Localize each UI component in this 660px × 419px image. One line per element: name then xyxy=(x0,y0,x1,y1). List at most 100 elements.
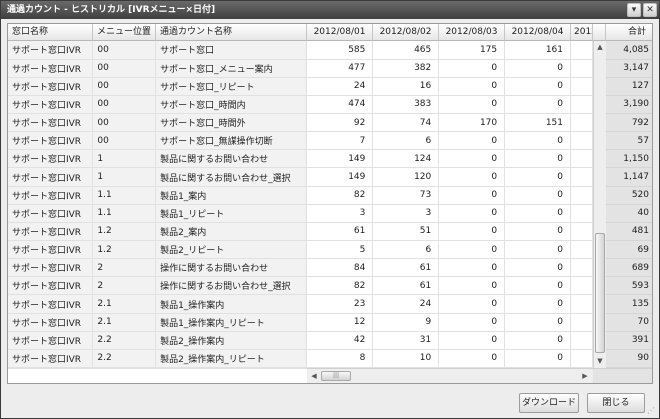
table-row[interactable]: サポート窓口IVR 00 サポート窓口_無謀操作切断 xyxy=(8,131,307,151)
cell-window-name: サポート窓口IVR xyxy=(8,204,94,223)
table-row[interactable]: サポート窓口IVR 2.2 製品2_操作案内 xyxy=(8,331,307,350)
table-row[interactable]: 477 382 0 0 xyxy=(307,59,593,78)
cell-partial-column xyxy=(570,167,593,187)
cell-window-name: サポート窓口IVR xyxy=(8,131,94,151)
frozen-table: サポート窓口IVR 00 サポート窓口 サポート窓口IVR 00 サポート窓口_メニュー案… xyxy=(8,41,307,368)
table-row[interactable]: サポート窓口IVR 2 操作に関するお問い合わせ xyxy=(8,258,307,278)
cell-count-value: 6 xyxy=(372,131,440,151)
table-row[interactable]: 82 61 0 0 xyxy=(307,276,593,296)
table-row[interactable]: 585 465 175 161 xyxy=(307,41,593,60)
download-button[interactable]: ダウンロード xyxy=(519,393,579,413)
table-row[interactable]: サポート窓口IVR 00 サポート窓口_メニュー案内 xyxy=(8,59,307,78)
table-row[interactable]: サポート窓口IVR 00 サポート窓口_時間内 xyxy=(8,95,307,115)
table-row[interactable]: サポート窓口IVR 00 サポート窓口_時間外 xyxy=(8,113,307,133)
table-row[interactable]: 149 124 0 0 xyxy=(307,149,593,169)
cell-count-value: 73 xyxy=(372,186,440,205)
cell-partial-column xyxy=(570,294,593,314)
table-row[interactable]: 12 9 0 0 xyxy=(307,313,593,332)
close-button[interactable]: 閉じる xyxy=(587,393,645,413)
cell-count-name: サポート窓口_メニュー案内 xyxy=(155,59,307,78)
vertical-scroll-thumb[interactable] xyxy=(595,233,605,353)
cell-count-value: 0 xyxy=(438,258,506,278)
table-row[interactable]: 474 383 0 0 xyxy=(307,95,593,115)
header-menu-position[interactable]: メニュー位置 xyxy=(93,24,156,41)
cell-total: 69 xyxy=(606,240,652,260)
header-date[interactable]: 2012/08/01 xyxy=(307,24,373,41)
table-row[interactable]: サポート窓口IVR 00 サポート窓口 xyxy=(8,41,307,60)
table-row[interactable]: 23 24 0 0 xyxy=(307,294,593,314)
cell-window-name: サポート窓口IVR xyxy=(8,41,94,60)
cell-window-name: サポート窓口IVR xyxy=(8,77,94,96)
horizontal-scrollbar[interactable]: ◀ ||| ▶ xyxy=(307,368,593,383)
table-row[interactable]: 149 120 0 0 xyxy=(307,167,593,187)
window-title: 通過カウント - ヒストリカル [IVRメニュー×日付] xyxy=(1,1,659,19)
cell-count-name: 製品に関するお問い合わせ xyxy=(155,149,307,169)
table-row[interactable]: サポート窓口IVR 1.2 製品2_案内 xyxy=(8,222,307,242)
horizontal-scroll-thumb[interactable]: ||| xyxy=(321,371,351,381)
table-row[interactable]: 24 16 0 0 xyxy=(307,77,593,96)
table-row[interactable]: サポート窓口IVR 2.1 製品1_操作案内_リピート xyxy=(8,313,307,332)
cell-count-value: 42 xyxy=(307,331,374,350)
table-row[interactable]: サポート窓口IVR 1 製品に関するお問い合わせ_選択 xyxy=(8,167,307,187)
table-row[interactable]: 82 73 0 0 xyxy=(307,186,593,205)
table-row: 90 xyxy=(606,349,652,368)
table-row[interactable]: 84 61 0 0 xyxy=(307,258,593,278)
resize-grip-icon[interactable]: ⋰ xyxy=(647,406,657,416)
table-row[interactable]: サポート窓口IVR 1 製品に関するお問い合わせ xyxy=(8,149,307,169)
cell-total: 1,150 xyxy=(606,149,652,169)
cell-count-value: 149 xyxy=(307,167,374,187)
cell-count-value: 0 xyxy=(438,149,506,169)
cell-total: 481 xyxy=(606,222,652,242)
table-row[interactable]: 42 31 0 0 xyxy=(307,331,593,350)
cell-total: 1,147 xyxy=(606,167,652,187)
cell-partial-column xyxy=(570,149,593,169)
cell-partial-column xyxy=(570,276,593,296)
scroll-right-icon[interactable]: ▶ xyxy=(579,370,591,382)
cell-count-value: 10 xyxy=(372,349,440,368)
cell-count-value: 0 xyxy=(438,59,506,78)
cell-menu-position: 2.2 xyxy=(92,349,157,368)
scroll-left-icon[interactable]: ◀ xyxy=(308,370,320,382)
total-column: 4,085 3,147 127 3,190 792 57 1,150 1,147 520 40 48… xyxy=(606,41,652,368)
vertical-scrollbar[interactable]: ▲ ▼ xyxy=(593,41,606,368)
table-row[interactable]: 61 51 0 0 xyxy=(307,222,593,242)
cell-window-name: サポート窓口IVR xyxy=(8,331,94,350)
cell-count-value: 7 xyxy=(307,131,374,151)
cell-total: 90 xyxy=(606,349,652,368)
table-row[interactable]: サポート窓口IVR 1.2 製品2_リピート xyxy=(8,240,307,260)
cell-count-value: 0 xyxy=(504,95,571,115)
header-date[interactable]: 2012/08/03 xyxy=(439,24,505,41)
cell-count-value: 0 xyxy=(438,276,506,296)
cell-count-value: 0 xyxy=(504,294,571,314)
table-row[interactable]: 92 74 170 151 xyxy=(307,113,593,133)
table-row[interactable]: 3300 xyxy=(307,204,593,223)
table-row[interactable]: サポート窓口IVR 1.1 製品1_リピート xyxy=(8,204,307,223)
cell-count-value: 51 xyxy=(372,222,440,242)
cell-count-value: 120 xyxy=(372,167,440,187)
header-date[interactable]: 2012/08/02 xyxy=(373,24,439,41)
header-count-name[interactable]: 通過カウント名称 xyxy=(156,24,307,41)
table-row[interactable]: サポート窓口IVR 2.1 製品1_操作案内 xyxy=(8,294,307,314)
table-row[interactable]: サポート窓口IVR 2 操作に関するお問い合わせ_選択 xyxy=(8,276,307,296)
scroll-up-icon[interactable]: ▲ xyxy=(594,41,606,53)
scroll-down-icon[interactable]: ▼ xyxy=(594,355,606,367)
table-row: 3,190 xyxy=(606,95,652,115)
table-row[interactable]: 5600 xyxy=(307,240,593,260)
header-date[interactable]: 2012/0 xyxy=(571,24,593,41)
minimize-button[interactable]: ▾ xyxy=(627,3,641,17)
header-total[interactable]: 合計 xyxy=(606,24,652,41)
cell-count-name: 製品1_案内 xyxy=(155,186,307,205)
table-row: 3,147 xyxy=(606,59,652,78)
header-window-name[interactable]: 窓口名称 xyxy=(8,24,93,41)
cell-menu-position: 1.1 xyxy=(92,204,157,223)
cell-count-value: 0 xyxy=(504,186,571,205)
table-row[interactable]: サポート窓口IVR 2.2 製品2_操作案内_リピート xyxy=(8,349,307,368)
cell-count-value: 23 xyxy=(307,294,374,314)
close-window-button[interactable]: ✕ xyxy=(643,3,657,17)
table-row[interactable]: サポート窓口IVR 1.1 製品1_案内 xyxy=(8,186,307,205)
cell-count-value: 0 xyxy=(438,77,506,96)
table-row[interactable]: 7600 xyxy=(307,131,593,151)
table-row[interactable]: 8 10 0 0 xyxy=(307,349,593,368)
table-row[interactable]: サポート窓口IVR 00 サポート窓口_リピート xyxy=(8,77,307,96)
header-date[interactable]: 2012/08/04 xyxy=(505,24,571,41)
